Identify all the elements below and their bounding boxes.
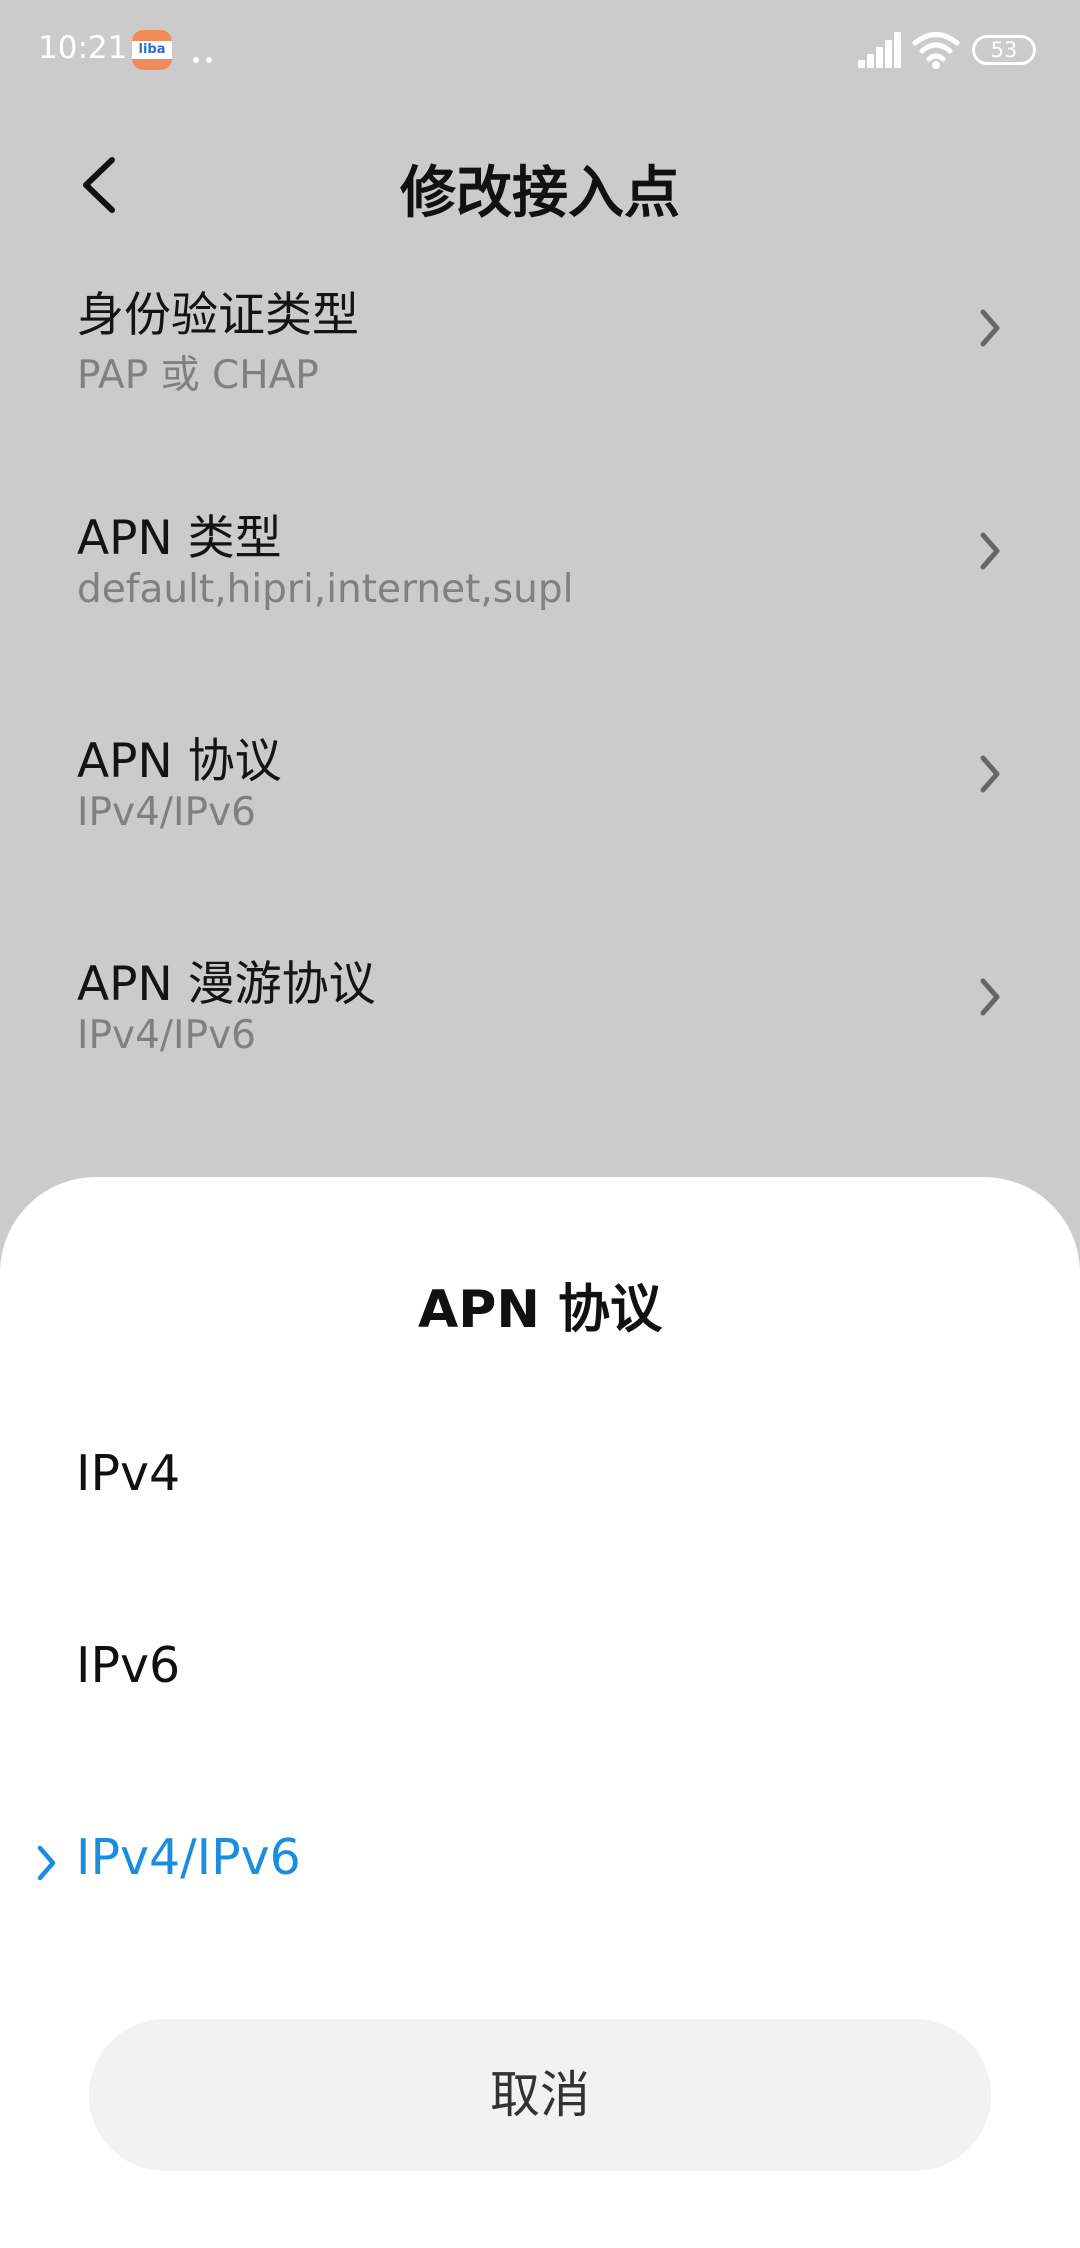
check-chevron-icon [37,1845,56,1881]
option-ipv6[interactable]: IPv6 [0,1599,1080,1749]
setting-value: default,hipri,internet,supl [77,567,574,612]
chevron-right-icon [980,978,1000,1016]
setting-apn-roaming-protocol[interactable]: APN 漫游协议 IPv4/IPv6 [0,945,1080,1168]
status-bar: 10:21 liba 53 [0,0,1080,100]
setting-value: IPv4/IPv6 [77,790,256,835]
option-ipv4[interactable]: IPv4 [0,1407,1080,1557]
setting-apn-type[interactable]: APN 类型 default,hipri,internet,supl [0,499,1080,722]
more-notifications-icon [193,48,219,67]
chevron-right-icon [980,755,1000,793]
chevron-right-icon [980,309,1000,347]
setting-title: APN 类型 [77,511,282,566]
setting-value: PAP 或 CHAP [77,353,319,398]
setting-value: IPv4/IPv6 [77,1013,256,1058]
dialog-title: APN 协议 [418,1280,662,1340]
status-time: 10:21 [38,30,128,66]
setting-auth-type[interactable]: 身份验证类型 PAP 或 CHAP [0,276,1080,499]
setting-title: APN 协议 [77,734,282,789]
battery-icon: 53 [972,35,1036,65]
app-badge-text: liba [138,42,166,57]
apn-protocol-dialog: APN 协议 IPv4 IPv6 IPv4/IPv6 取消 [0,1177,1080,2248]
option-label: IPv6 [76,1637,181,1694]
app-notification-icon: liba [132,30,172,70]
battery-level: 53 [990,38,1018,62]
setting-title: APN 漫游协议 [77,957,376,1012]
setting-title: 身份验证类型 [77,288,359,343]
setting-apn-protocol[interactable]: APN 协议 IPv4/IPv6 [0,722,1080,945]
page-title: 修改接入点 [400,161,680,226]
option-label: IPv4 [76,1445,181,1502]
wifi-icon [912,32,960,69]
chevron-right-icon [980,532,1000,570]
option-ipv4-ipv6[interactable]: IPv4/IPv6 [0,1791,1080,1941]
cancel-button[interactable]: 取消 [89,2019,991,2171]
signal-icon [858,32,902,68]
option-label: IPv4/IPv6 [76,1829,301,1886]
